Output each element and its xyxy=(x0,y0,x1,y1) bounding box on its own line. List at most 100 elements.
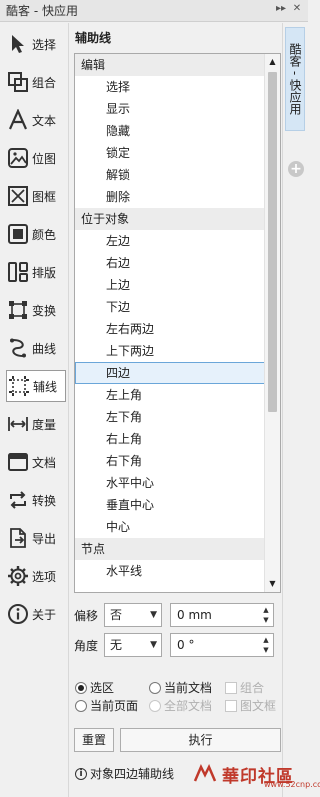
sidebar-item-color[interactable]: 颜色 xyxy=(6,218,66,250)
list-item[interactable]: 左边 xyxy=(75,230,265,252)
sidebar-item-group[interactable]: 组合 xyxy=(6,66,66,98)
document-icon xyxy=(6,450,30,474)
sidebar-item-curve[interactable]: 曲线 xyxy=(6,332,66,364)
list-item[interactable]: 左下角 xyxy=(75,406,265,428)
sidebar-item-label: 选项 xyxy=(32,569,57,584)
add-icon[interactable]: + xyxy=(288,161,304,177)
scope-current-page[interactable]: 当前页面 xyxy=(75,697,138,714)
watermark: 華印社區 www.52cnp.com xyxy=(192,754,320,794)
offset-select-value: 否 xyxy=(110,608,123,622)
sidebar-item-label: 位图 xyxy=(32,151,57,166)
list-item[interactable]: 隐藏 xyxy=(75,120,265,142)
sidebar-item-label: 选择 xyxy=(32,37,57,52)
list-item[interactable]: 选择 xyxy=(75,76,265,98)
angle-input[interactable]: 0 ° ▲ ▼ xyxy=(170,633,274,657)
sidebar-item-select[interactable]: 选择 xyxy=(6,28,66,60)
scope-all-docs: 全部文档 xyxy=(149,697,212,714)
sidebar-item-label: 度量 xyxy=(32,417,57,432)
list-item[interactable]: 右下角 xyxy=(75,450,265,472)
pin-icon[interactable]: ▸▸ xyxy=(274,3,288,14)
list-item[interactable]: 上边 xyxy=(75,274,265,296)
angle-select[interactable]: 无 ▼ xyxy=(104,633,162,657)
scope-selection[interactable]: 选区 xyxy=(75,679,114,696)
dock-tab[interactable]: 酷客 - 快应用 xyxy=(285,27,305,131)
guideline-panel: 辅助线 编辑 选择 显示 隐藏 锁定 解锁 删除 位于对象 左边 右边 上边 下边 左右两边 上下两边 四边… xyxy=(68,23,282,797)
sidebar-item-layout[interactable]: 排版 xyxy=(6,256,66,288)
frame-icon xyxy=(6,184,30,208)
angle-input-value: 0 ° xyxy=(177,638,195,652)
list-group-header: 编辑 xyxy=(75,54,265,76)
chevron-down-icon: ▼ xyxy=(150,610,157,620)
scope-group-label: 组合 xyxy=(240,681,265,695)
checkbox-icon xyxy=(225,681,237,694)
chevron-down-icon: ▼ xyxy=(150,640,157,650)
cursor-icon xyxy=(6,32,30,56)
sidebar-item-guideline[interactable]: 辅线 xyxy=(6,370,66,402)
list-item[interactable]: 水平中心 xyxy=(75,472,265,494)
sidebar-item-frame[interactable]: 图框 xyxy=(6,180,66,212)
spin-up-icon[interactable]: ▲ xyxy=(260,635,272,645)
list-item[interactable]: 显示 xyxy=(75,98,265,120)
list-item[interactable]: 右上角 xyxy=(75,428,265,450)
scope-graphic-frame: 图文框 xyxy=(225,697,276,714)
sidebar-item-label: 排版 xyxy=(32,265,57,280)
sidebar-item-label: 文本 xyxy=(32,113,57,128)
list-item[interactable]: 水平线 xyxy=(75,560,265,582)
list-item[interactable]: 垂直中心 xyxy=(75,494,265,516)
list-item[interactable]: 解锁 xyxy=(75,164,265,186)
color-icon xyxy=(6,222,30,246)
sidebar-item-export[interactable]: 导出 xyxy=(6,522,66,554)
radio-icon xyxy=(149,699,161,712)
watermark-logo-icon xyxy=(193,764,217,782)
bitmap-icon xyxy=(6,146,30,170)
status-hint-text: 对象四边辅助线 xyxy=(90,767,175,781)
list-item[interactable]: 中心 xyxy=(75,516,265,538)
list-item[interactable]: 锁定 xyxy=(75,142,265,164)
sidebar-item-label: 关于 xyxy=(32,607,57,622)
radio-icon[interactable] xyxy=(149,681,161,694)
radio-icon[interactable] xyxy=(75,699,87,712)
close-icon[interactable]: ✕ xyxy=(290,3,304,14)
panel-title: 辅助线 xyxy=(75,31,112,45)
sidebar-item-label: 导出 xyxy=(32,531,57,546)
offset-input[interactable]: 0 mm ▲ ▼ xyxy=(170,603,274,627)
sidebar-item-label: 文档 xyxy=(32,455,57,470)
sidebar-item-bitmap[interactable]: 位图 xyxy=(6,142,66,174)
list-group-header: 位于对象 xyxy=(75,208,265,230)
angle-label: 角度 xyxy=(74,638,99,653)
list-scrollbar[interactable]: ▲ ▼ xyxy=(264,54,280,592)
scroll-thumb[interactable] xyxy=(268,72,277,412)
sidebar-item-convert[interactable]: 转换 xyxy=(6,484,66,516)
spin-down-icon[interactable]: ▼ xyxy=(260,645,272,655)
list-item[interactable]: 下边 xyxy=(75,296,265,318)
list-item[interactable]: 上下两边 xyxy=(75,340,265,362)
sidebar-item-document[interactable]: 文档 xyxy=(6,446,66,478)
offset-select[interactable]: 否 ▼ xyxy=(104,603,162,627)
spin-down-icon[interactable]: ▼ xyxy=(260,615,272,625)
scope-all-docs-label: 全部文档 xyxy=(164,699,213,713)
sidebar-item-measure[interactable]: 度量 xyxy=(6,408,66,440)
scope-current-doc[interactable]: 当前文档 xyxy=(149,679,212,696)
list-item[interactable]: 四边 xyxy=(75,362,265,384)
sidebar-item-about[interactable]: 关于 xyxy=(6,598,66,630)
list-item[interactable]: 删除 xyxy=(75,186,265,208)
list-item[interactable]: 右边 xyxy=(75,252,265,274)
sidebar-item-transform[interactable]: 变换 xyxy=(6,294,66,326)
execute-button[interactable]: 执行 xyxy=(120,728,281,752)
curve-icon xyxy=(6,336,30,360)
scroll-down-icon[interactable]: ▼ xyxy=(265,576,280,592)
scroll-up-icon[interactable]: ▲ xyxy=(265,54,280,70)
angle-row: 角度 无 ▼ 0 ° ▲ ▼ xyxy=(74,633,274,657)
command-list[interactable]: 编辑 选择 显示 隐藏 锁定 解锁 删除 位于对象 左边 右边 上边 下边 左右两边 上下两边 四边 左上角左… xyxy=(74,53,281,593)
measure-icon xyxy=(6,412,30,436)
offset-label: 偏移 xyxy=(74,608,99,623)
scope-group: 组合 xyxy=(225,679,264,696)
sidebar-item-text[interactable]: 文本 xyxy=(6,104,66,136)
reset-button[interactable]: 重置 xyxy=(74,728,114,752)
list-item[interactable]: 左上角 xyxy=(75,384,265,406)
sidebar-item-options[interactable]: 选项 xyxy=(6,560,66,592)
spin-up-icon[interactable]: ▲ xyxy=(260,605,272,615)
radio-selected-icon[interactable] xyxy=(75,681,87,694)
transform-icon xyxy=(6,298,30,322)
list-item[interactable]: 左右两边 xyxy=(75,318,265,340)
